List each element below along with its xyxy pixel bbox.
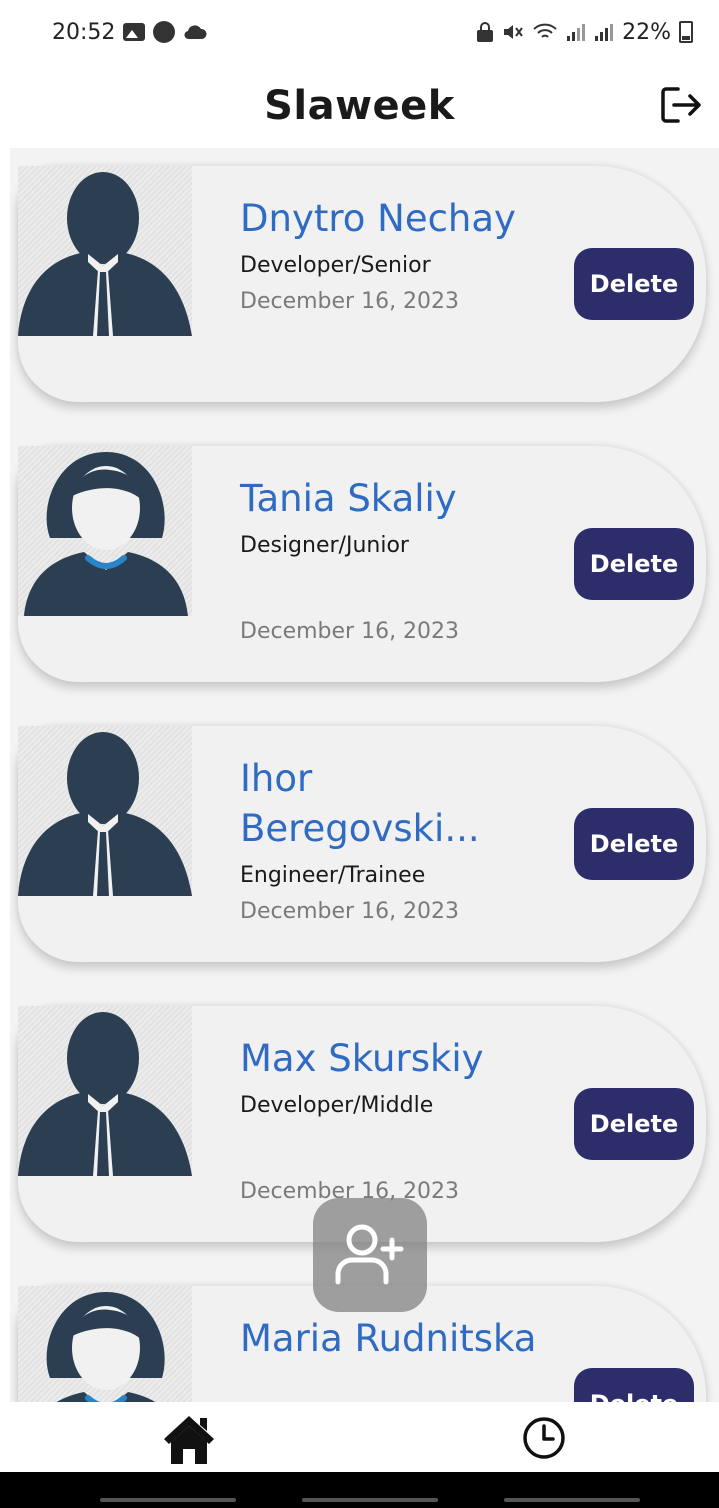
male-avatar-icon (18, 732, 192, 896)
female-avatar-icon (46, 1292, 165, 1402)
employee-role: Developer/Middle (240, 1093, 434, 1118)
status-left: 20:52 (52, 20, 207, 45)
avatar (18, 446, 192, 616)
employee-info: Ihor Beregovski... Engineer/Trainee Dece… (240, 754, 540, 930)
avatar (18, 1006, 192, 1176)
system-back-indicator[interactable] (100, 1498, 236, 1502)
status-time: 20:52 (52, 19, 116, 45)
employee-role: Engineer/Trainee (240, 863, 426, 888)
delete-button[interactable]: Delete (574, 808, 694, 880)
female-avatar-icon (24, 452, 188, 616)
signal-icon (567, 24, 586, 41)
status-bar: 20:52 22% (0, 0, 719, 64)
male-avatar-icon (18, 172, 192, 336)
page-title: Slaweek (264, 83, 455, 129)
employee-info: Dnytro Nechay Developer/Senior December … (240, 194, 540, 320)
delete-button[interactable]: Delete (574, 1368, 694, 1402)
logout-button[interactable] (659, 82, 705, 128)
employee-role: Developer/Senior (240, 253, 431, 278)
app-icon (153, 21, 176, 43)
system-navigation-bar (0, 1472, 719, 1508)
employee-info: Tania Skaliy Designer/Junior December 16… (240, 474, 540, 650)
home-icon (164, 1416, 214, 1464)
nav-history[interactable] (520, 1414, 568, 1462)
employee-date: December 16, 2023 (240, 289, 460, 314)
logout-icon (661, 87, 701, 123)
employee-info: Max Skurskiy Developer/Middle December 1… (240, 1034, 540, 1210)
delete-button[interactable]: Delete (574, 248, 694, 320)
avatar (18, 166, 192, 336)
lock-icon (477, 22, 494, 42)
avatar (18, 726, 192, 896)
employee-card[interactable]: Tania Skaliy Designer/Junior December 16… (18, 446, 706, 682)
employee-name: Dnytro Nechay (240, 197, 516, 240)
app-header: Slaweek (0, 64, 719, 148)
mute-icon (504, 25, 523, 39)
gallery-icon (123, 23, 146, 41)
employee-date: December 16, 2023 (240, 899, 460, 924)
delete-button[interactable]: Delete (574, 528, 694, 600)
employee-name: Max Skurskiy (240, 1037, 484, 1080)
male-avatar-icon (18, 1012, 192, 1176)
status-right: 22% (476, 20, 693, 45)
employee-name: Ihor Beregovski... (240, 757, 480, 850)
wifi-icon (533, 23, 557, 38)
battery-icon (679, 21, 693, 43)
employee-name: Maria Rudnitska (240, 1317, 537, 1360)
nav-home[interactable] (162, 1412, 216, 1466)
employee-card[interactable]: Ihor Beregovski... Engineer/Trainee Dece… (18, 726, 706, 962)
add-user-icon (335, 1224, 404, 1285)
cloud-icon (184, 25, 207, 40)
employee-card[interactable]: Dnytro Nechay Developer/Senior December … (18, 166, 706, 402)
avatar (18, 1286, 192, 1402)
signal-icon (595, 24, 614, 41)
employee-role: Designer/Junior (240, 533, 409, 558)
employee-info: Maria Rudnitska (240, 1314, 540, 1368)
battery-percent: 22% (622, 19, 671, 45)
clock-icon (523, 1417, 565, 1459)
delete-button[interactable]: Delete (574, 1088, 694, 1160)
system-home-indicator[interactable] (302, 1498, 438, 1502)
employee-date: December 16, 2023 (240, 619, 460, 644)
bottom-nav (0, 1402, 719, 1472)
add-user-button[interactable] (313, 1198, 427, 1312)
system-recents-indicator[interactable] (504, 1498, 640, 1502)
employee-name: Tania Skaliy (240, 477, 457, 520)
